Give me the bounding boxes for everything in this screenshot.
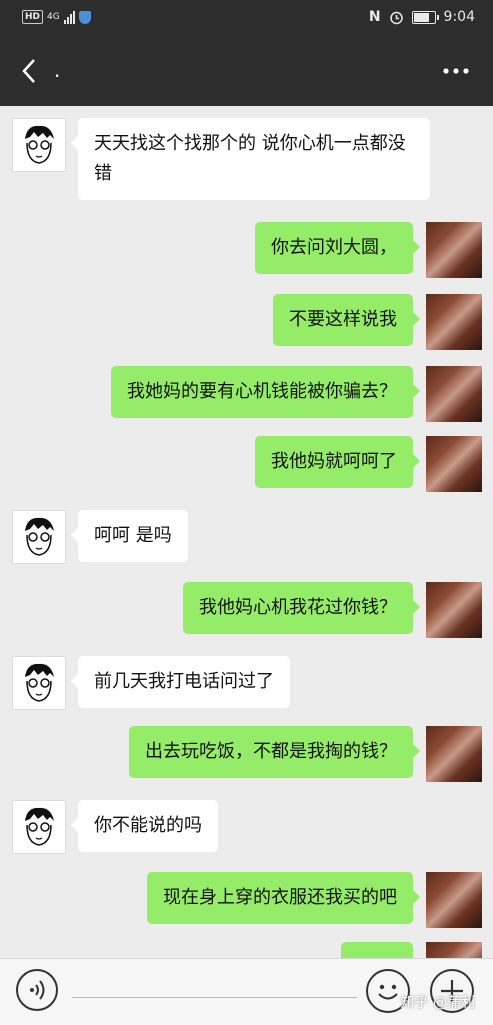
self-avatar[interactable]: [426, 436, 482, 492]
message-bubble-outgoing-partial[interactable]: [341, 942, 413, 958]
hd-badge: HD: [22, 10, 44, 24]
status-bar: HD 4G N 9:04: [0, 0, 493, 36]
watermark: 知乎 @蒲利: [400, 995, 475, 1011]
voice-button[interactable]: [16, 969, 58, 1011]
chat-title: .: [54, 58, 61, 82]
signal-icon: [63, 10, 75, 24]
self-avatar[interactable]: [426, 872, 482, 928]
cartoon-face-icon: [25, 125, 54, 164]
battery-icon: [411, 10, 439, 24]
network-type: 4G: [47, 12, 60, 22]
cartoon-face-icon: [25, 517, 54, 556]
cartoon-face-icon: [25, 807, 54, 846]
message-bubble-outgoing[interactable]: 我他妈心机我花过你钱？: [183, 582, 420, 634]
self-avatar[interactable]: [426, 294, 482, 350]
self-avatar[interactable]: [426, 366, 482, 422]
message-bubble-outgoing[interactable]: 你去问刘大圆，: [255, 222, 420, 274]
back-button[interactable]: [16, 54, 46, 88]
cartoon-face-icon: [25, 663, 54, 702]
message-bubble-outgoing[interactable]: 现在身上穿的衣服还我买的吧: [147, 872, 420, 924]
contact-avatar[interactable]: [12, 800, 66, 854]
shield-icon: [78, 10, 91, 24]
voice-icon: [30, 980, 45, 1000]
chevron-left-icon: [22, 59, 35, 83]
more-button[interactable]: [441, 58, 471, 84]
nfc-icon: N: [368, 9, 381, 25]
message-bubble-incoming[interactable]: 前几天我打电话问过了: [71, 656, 290, 708]
alarm-icon: [389, 11, 403, 24]
message-bubble-outgoing[interactable]: 出去玩吃饭，不都是我掏的钱？: [129, 726, 420, 778]
message-bubble-incoming[interactable]: 天天找这个找那个的 说你心机一点都没错: [71, 118, 430, 200]
contact-avatar[interactable]: [12, 118, 66, 172]
message-input[interactable]: [72, 997, 357, 998]
self-avatar[interactable]: [426, 726, 482, 782]
message-bubble-incoming[interactable]: 你不能说的吗: [71, 800, 218, 852]
message-bubble-outgoing[interactable]: 我她妈的要有心机钱能被你骗去？: [111, 366, 420, 418]
message-list[interactable]: 天天找这个找那个的 说你心机一点都没错 你去问刘大圆， 不要这样说我 我她妈的要…: [0, 106, 493, 958]
self-avatar[interactable]: [426, 582, 482, 638]
contact-avatar[interactable]: [12, 510, 66, 564]
chat-header: .: [0, 36, 493, 106]
more-dots-icon: [443, 68, 469, 74]
message-bubble-outgoing[interactable]: 我他妈就呵呵了: [255, 436, 420, 488]
message-bubble-outgoing[interactable]: 不要这样说我: [273, 294, 420, 346]
self-avatar[interactable]: [426, 222, 482, 278]
contact-avatar[interactable]: [12, 656, 66, 710]
status-time: 9:04: [443, 9, 475, 25]
self-avatar[interactable]: [426, 942, 482, 958]
message-bubble-incoming[interactable]: 呵呵 是吗: [71, 510, 188, 562]
